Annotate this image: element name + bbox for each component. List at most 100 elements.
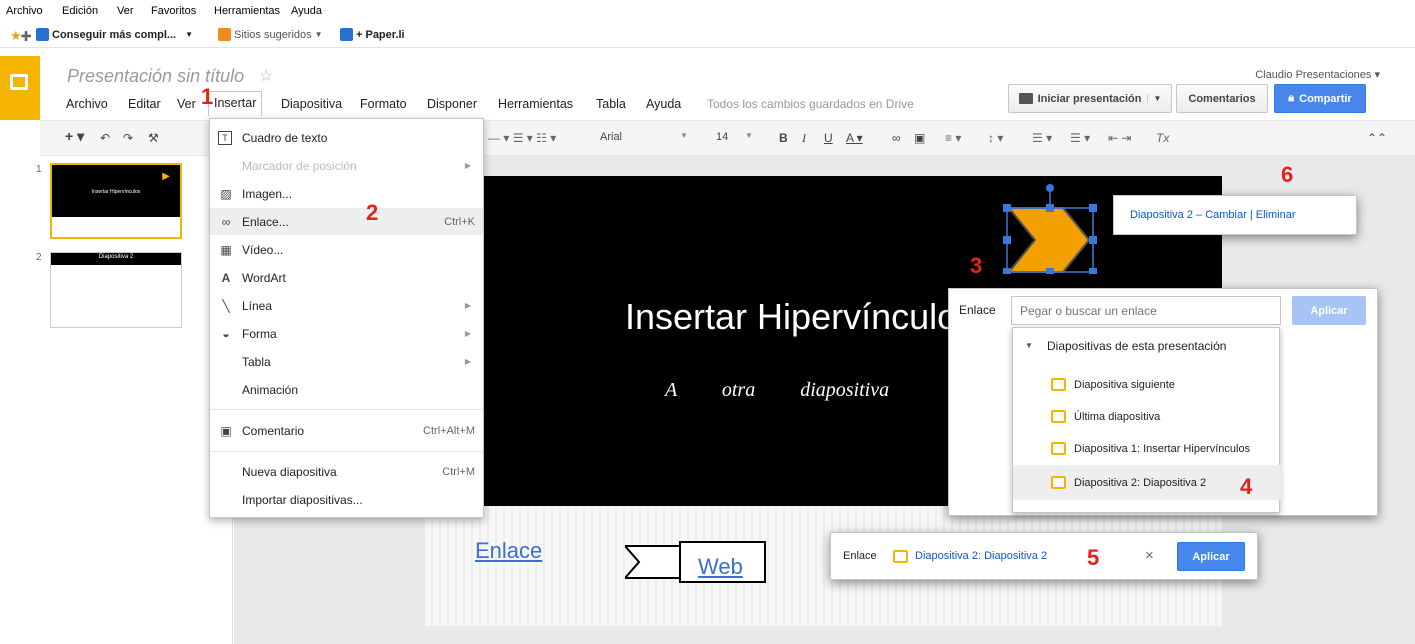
browser-menu-ver[interactable]: Ver [117,5,134,17]
clear-formatting-icon[interactable]: Tx [1156,131,1169,145]
submenu-arrow-icon: ▶ [464,301,471,310]
menu-diapositiva[interactable]: Diapositiva [281,97,342,111]
numbered-list-icon[interactable]: ☰ ▾ [1032,131,1052,145]
line-style-icon[interactable]: — ▾ ☰ ▾ ☷ ▾ [488,131,556,145]
share-button[interactable]: 🔒︎ Compartir [1274,84,1366,113]
bold-icon[interactable]: B [779,131,788,145]
paint-format-icon[interactable]: ⚒ [148,131,159,145]
link-bar-value[interactable]: Diapositiva 2: Diapositiva 2 [915,550,1047,562]
collapse-icon[interactable]: ⌃⌃ [1367,131,1387,145]
favorites-bar: ★ ➕ Conseguir más compl... ▼ Sitios suger… [0,22,1415,48]
user-account[interactable]: Claudio Presentaciones ▾ [1255,68,1380,81]
menu-item-nueva-diapositiva[interactable]: Nueva diapositiva Ctrl+M [210,458,483,485]
favorite-conseguir-mas[interactable]: Conseguir más compl... ▼ [36,28,193,41]
menu-item-tabla[interactable]: Tabla ▶ [210,348,483,375]
link-apply-button[interactable]: Aplicar [1177,542,1245,571]
save-status: Todos los cambios guardados en Drive [707,97,914,111]
selected-chevron-shape[interactable] [1003,184,1103,274]
browser-menu-ayuda[interactable]: Ayuda [291,5,322,17]
bulleted-list-icon[interactable]: ☰ ▾ [1070,131,1090,145]
web-link-text[interactable]: Web [698,554,743,580]
slides-logo[interactable] [0,56,40,120]
slide-subtitle[interactable]: A otra diapositiva [665,379,889,402]
favorites-star-icon[interactable]: ★ ➕ [10,28,32,44]
menu-item-marcador-de-posicion: Marcador de posición ▶ [242,158,471,173]
undo-icon[interactable]: ↶ [100,131,110,145]
slide-link-text[interactable]: Enlace [475,538,542,564]
suggestion-diapositiva-1[interactable]: Diapositiva 1: Insertar Hipervínculos [1013,433,1281,464]
suggestion-diapositiva-siguiente[interactable]: Diapositiva siguiente [1013,369,1281,400]
start-presentation-button[interactable]: Iniciar presentación ▼ [1008,84,1172,113]
font-size-select[interactable]: 14 [716,131,728,143]
favorite-sitios-sugeridos[interactable]: Sitios sugeridos ▼ [218,28,323,41]
menu-item-imagen[interactable]: ▨ Imagen... [210,180,483,207]
suggestion-ultima-diapositiva[interactable]: Última diapositiva [1013,401,1281,432]
chevron-down-icon[interactable]: ▼ [745,131,753,140]
menu-disponer[interactable]: Disponer [427,97,477,111]
comment-icon: ▣ [220,423,232,438]
menu-item-importar-diapositivas[interactable]: Importar diapositivas... [210,486,483,513]
favorite-paperli[interactable]: + Paper.li [340,28,405,41]
menu-separator [210,409,483,410]
redo-icon[interactable]: ↷ [123,131,133,145]
submenu-arrow-icon: ▶ [464,329,471,338]
menu-formato[interactable]: Formato [360,97,407,111]
slide-title[interactable]: Insertar Hipervínculos [625,296,975,338]
browser-menu-edicion[interactable]: Edición [62,5,98,17]
link-search-input[interactable] [1011,296,1281,325]
browser-menu-herramientas[interactable]: Herramientas [214,5,280,17]
document-title[interactable]: Presentación sin título [67,66,244,87]
comments-button[interactable]: Comentarios [1176,84,1268,113]
link-icon: ∞ [221,214,231,229]
present-icon [1018,93,1033,104]
menu-ver[interactable]: Ver [177,97,196,111]
browser-menubar: Archivo Edición Ver Favoritos Herramient… [0,0,1415,22]
align-icon[interactable]: ≡ ▾ [945,131,961,145]
menu-editar[interactable]: Editar [128,97,161,111]
star-icon[interactable]: ☆ [259,66,273,86]
menu-item-comentario[interactable]: ▣ Comentario Ctrl+Alt+M [210,417,483,444]
underline-icon[interactable]: U [824,131,833,145]
line-spacing-icon[interactable]: ↕ ▾ [988,131,1003,145]
chevron-down-icon[interactable]: ▼ [1146,94,1161,103]
menu-item-cuadro-de-texto[interactable]: T Cuadro de texto [210,124,483,151]
indent-icon[interactable]: ⇤ ⇥ [1108,131,1131,145]
font-select[interactable]: Arial [600,131,622,143]
slide-number: 1 [36,164,42,175]
link-tooltip-text[interactable]: Diapositiva 2 – Cambiar | Eliminar [1130,209,1295,221]
close-icon[interactable]: × [1145,547,1154,564]
menu-item-enlace[interactable]: ∞ Enlace... Ctrl+K [210,208,483,235]
image-icon: ▨ [220,186,232,201]
browser-menu-archivo[interactable]: Archivo [6,5,43,17]
chevron-down-icon: ▼ [314,30,323,39]
slide-icon [1051,476,1066,489]
link-apply-button-disabled[interactable]: Aplicar [1292,296,1366,325]
arrow-icon: ▶ [162,171,170,182]
menu-item-video[interactable]: ▦ Vídeo... [210,236,483,263]
ie-icon [36,28,49,41]
line-icon: ╲ [222,298,230,313]
ie-icon [340,28,353,41]
submenu-arrow-icon: ▶ [464,161,471,170]
new-slide-icon[interactable]: + ▾ [65,128,84,145]
step-number-6: 6 [1281,162,1294,187]
slide-thumb-1[interactable]: Insertar Hipervínculos ▶ [50,163,182,239]
menu-item-linea[interactable]: ╲ Línea ▶ [210,292,483,319]
link-icon[interactable]: ∞ [892,131,901,145]
menu-item-wordart[interactable]: A WordArt [210,264,483,291]
chevron-down-icon[interactable]: ▼ [680,131,688,140]
italic-icon[interactable]: I [802,131,806,146]
menu-archivo[interactable]: Archivo [66,97,108,111]
step-number-4: 4 [1240,474,1253,499]
slide-thumb-2[interactable]: Diapositiva 2 [50,252,182,328]
menu-ayuda[interactable]: Ayuda [646,97,681,111]
browser-menu-favoritos[interactable]: Favoritos [151,5,196,17]
menu-item-forma[interactable]: ◒ Forma ▶ [210,320,483,347]
menu-herramientas[interactable]: Herramientas [498,97,573,111]
link-bar: Enlace Diapositiva 2: Diapositiva 2 × Ap… [830,532,1258,580]
menu-tabla[interactable]: Tabla [596,97,626,111]
text-color-icon[interactable]: A ▾ [846,131,863,145]
menu-insertar[interactable]: Insertar [208,91,263,116]
menu-item-animacion[interactable]: Animación [210,376,483,403]
comment-icon[interactable]: ▣ [914,131,925,145]
